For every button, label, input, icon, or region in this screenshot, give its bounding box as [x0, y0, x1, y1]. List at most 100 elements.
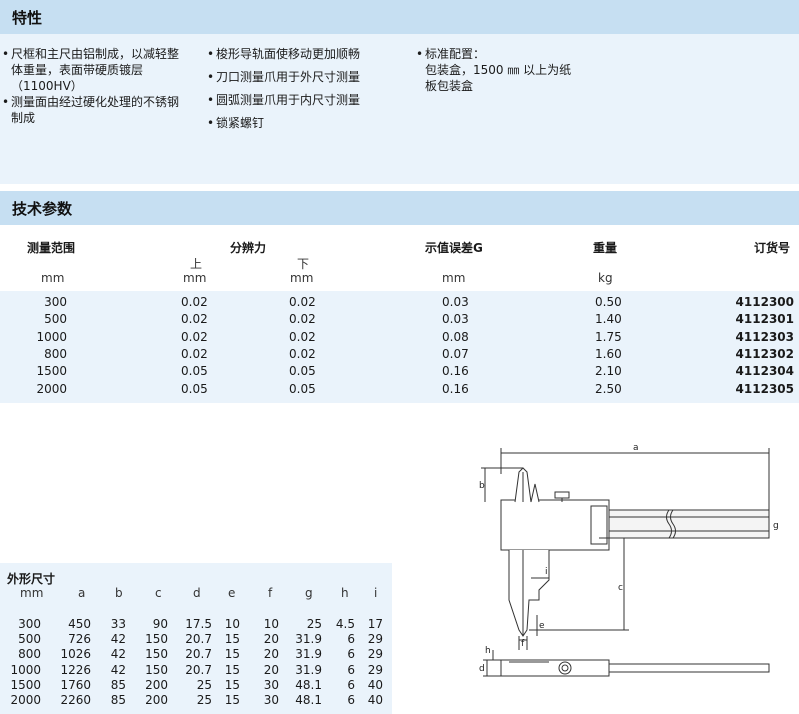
feature-line: 板包装盒	[425, 79, 474, 93]
dim-cell-c: 90	[152, 617, 168, 631]
label-a: a	[633, 443, 639, 453]
dim-cell-e: 15	[224, 677, 240, 692]
feature-line: 包装盒，1500 ㎜ 以上为纸	[425, 63, 572, 77]
dim-cell-i: 29	[367, 647, 383, 662]
cell-weight: 2.50	[595, 381, 622, 396]
cell-error: 0.16	[442, 364, 469, 379]
cell-range: 500	[44, 312, 67, 327]
cell-error: 0.08	[442, 329, 469, 344]
subhead-upper: 上	[190, 257, 203, 271]
feature-item: 尺框和主尺由铝制成，以减轻整体重量，表面带硬质镀层（1100HV）	[2, 46, 182, 94]
dim-cell-h: 6	[347, 647, 355, 662]
caliper-drawing: a b c g e f i d h	[479, 443, 779, 677]
cell-order-number: 4112303	[735, 329, 794, 344]
dim-cell-b: 42	[110, 632, 126, 647]
dimension-row: 800 1026 42 150 20.7 15 20 31.9 6 29	[0, 647, 392, 662]
dim-cell-e: 15	[224, 632, 240, 647]
cell-upper: 0.02	[181, 329, 208, 344]
unit-error: mm	[442, 271, 466, 285]
dim-cell-d: 17.5	[185, 617, 212, 631]
label-g: g	[773, 521, 779, 531]
features-col-2: 梭形导轨面使移动更加顺畅 刀口测量爪用于外尺寸测量 圆弧测量爪用于内尺寸测量 锁…	[207, 46, 402, 138]
cell-lower: 0.05	[289, 381, 316, 396]
col-head-resolution: 分辨力	[230, 241, 267, 255]
feature-item: 锁紧螺钉	[207, 115, 402, 131]
dim-cell-b: 42	[110, 647, 126, 662]
features-header-band: 特性	[0, 0, 799, 34]
cell-lower: 0.02	[289, 329, 316, 344]
dim-cell-mm: 300	[18, 617, 41, 631]
dim-head-c: c	[155, 586, 162, 600]
cell-upper: 0.05	[181, 364, 208, 379]
specs-title: 技术参数	[12, 200, 73, 218]
unit-weight: kg	[598, 271, 613, 285]
cell-order-number: 4112300	[735, 295, 794, 309]
dim-cell-mm: 800	[18, 647, 41, 662]
dim-cell-a: 726	[68, 632, 91, 647]
dim-cell-e: 15	[224, 693, 240, 707]
dim-cell-mm: 1500	[10, 677, 41, 692]
dim-head-i: i	[374, 586, 378, 600]
dim-cell-b: 42	[110, 662, 126, 677]
cell-order-number: 4112301	[735, 312, 794, 327]
dim-cell-i: 29	[367, 662, 383, 677]
dim-cell-mm: 500	[18, 632, 41, 647]
cell-error: 0.07	[442, 346, 469, 361]
dim-head-f: f	[268, 586, 273, 600]
dim-cell-c: 150	[145, 647, 168, 662]
features-col-3: 标准配置： 包装盒，1500 ㎜ 以上为纸 板包装盒	[416, 46, 616, 94]
dim-cell-h: 6	[347, 662, 355, 677]
dim-cell-g: 31.9	[295, 632, 322, 647]
dim-cell-i: 40	[367, 677, 383, 692]
cell-lower: 0.02	[289, 295, 316, 309]
dim-cell-d: 25	[196, 693, 212, 707]
dim-cell-h: 4.5	[335, 617, 355, 631]
dim-cell-d: 20.7	[185, 647, 212, 662]
spec-row: 1500 0.05 0.05 0.16 2.10 4112304	[0, 363, 799, 380]
label-c: c	[618, 583, 623, 593]
dim-cell-g: 25	[306, 617, 322, 631]
dim-cell-a: 2260	[60, 693, 91, 707]
specs-header-band: 技术参数	[0, 191, 799, 225]
cell-order-number: 4112302	[735, 346, 794, 361]
cell-weight: 1.60	[595, 346, 622, 361]
dim-cell-g: 31.9	[295, 662, 322, 677]
dim-cell-e: 10	[224, 617, 240, 631]
dimension-row: 500 726 42 150 20.7 15 20 31.9 6 29	[0, 632, 392, 647]
cell-range: 2000	[36, 381, 67, 396]
dim-head-a: a	[78, 586, 86, 600]
cell-upper: 0.02	[181, 295, 208, 309]
dim-cell-g: 48.1	[295, 677, 322, 692]
col-head-order: 订货号	[754, 241, 791, 255]
dim-head-d: d	[193, 586, 201, 600]
cell-lower: 0.02	[289, 312, 316, 327]
feature-item: 梭形导轨面使移动更加顺畅	[207, 46, 402, 62]
dim-head-mm: mm	[20, 586, 44, 600]
dim-cell-mm: 1000	[10, 662, 41, 677]
dim-cell-i: 40	[367, 693, 383, 707]
cell-error: 0.03	[442, 312, 469, 327]
spec-row: 800 0.02 0.02 0.07 1.60 4112302	[0, 346, 799, 363]
feature-item-standard: 标准配置：	[416, 46, 616, 62]
dim-cell-f: 20	[263, 632, 279, 647]
label-h: h	[485, 646, 491, 656]
dim-cell-b: 85	[110, 677, 126, 692]
unit-upper: mm	[183, 271, 207, 285]
unit-lower: mm	[290, 271, 314, 285]
dim-head-b: b	[115, 586, 123, 600]
label-b: b	[479, 481, 485, 491]
cell-order-number: 4112305	[735, 381, 794, 396]
spec-row: 2000 0.05 0.05 0.16 2.50 4112305	[0, 381, 799, 398]
dim-cell-h: 6	[347, 632, 355, 647]
lock-screw	[554, 491, 570, 499]
dim-cell-i: 29	[367, 632, 383, 647]
spec-row: 300 0.02 0.02 0.03 0.50 4112300	[0, 294, 799, 311]
cell-upper: 0.02	[181, 312, 208, 327]
dimensions-title: 外形尺寸	[7, 572, 56, 586]
dim-cell-d: 25	[196, 677, 212, 692]
dim-cell-e: 15	[224, 647, 240, 662]
feature-item: 圆弧测量爪用于内尺寸测量	[207, 92, 402, 108]
cell-order-number: 4112304	[735, 364, 794, 379]
feature-item: 测量面由经过硬化处理的不锈钢制成	[2, 94, 182, 126]
dimension-row: 1000 1226 42 150 20.7 15 20 31.9 6 29	[0, 663, 392, 678]
